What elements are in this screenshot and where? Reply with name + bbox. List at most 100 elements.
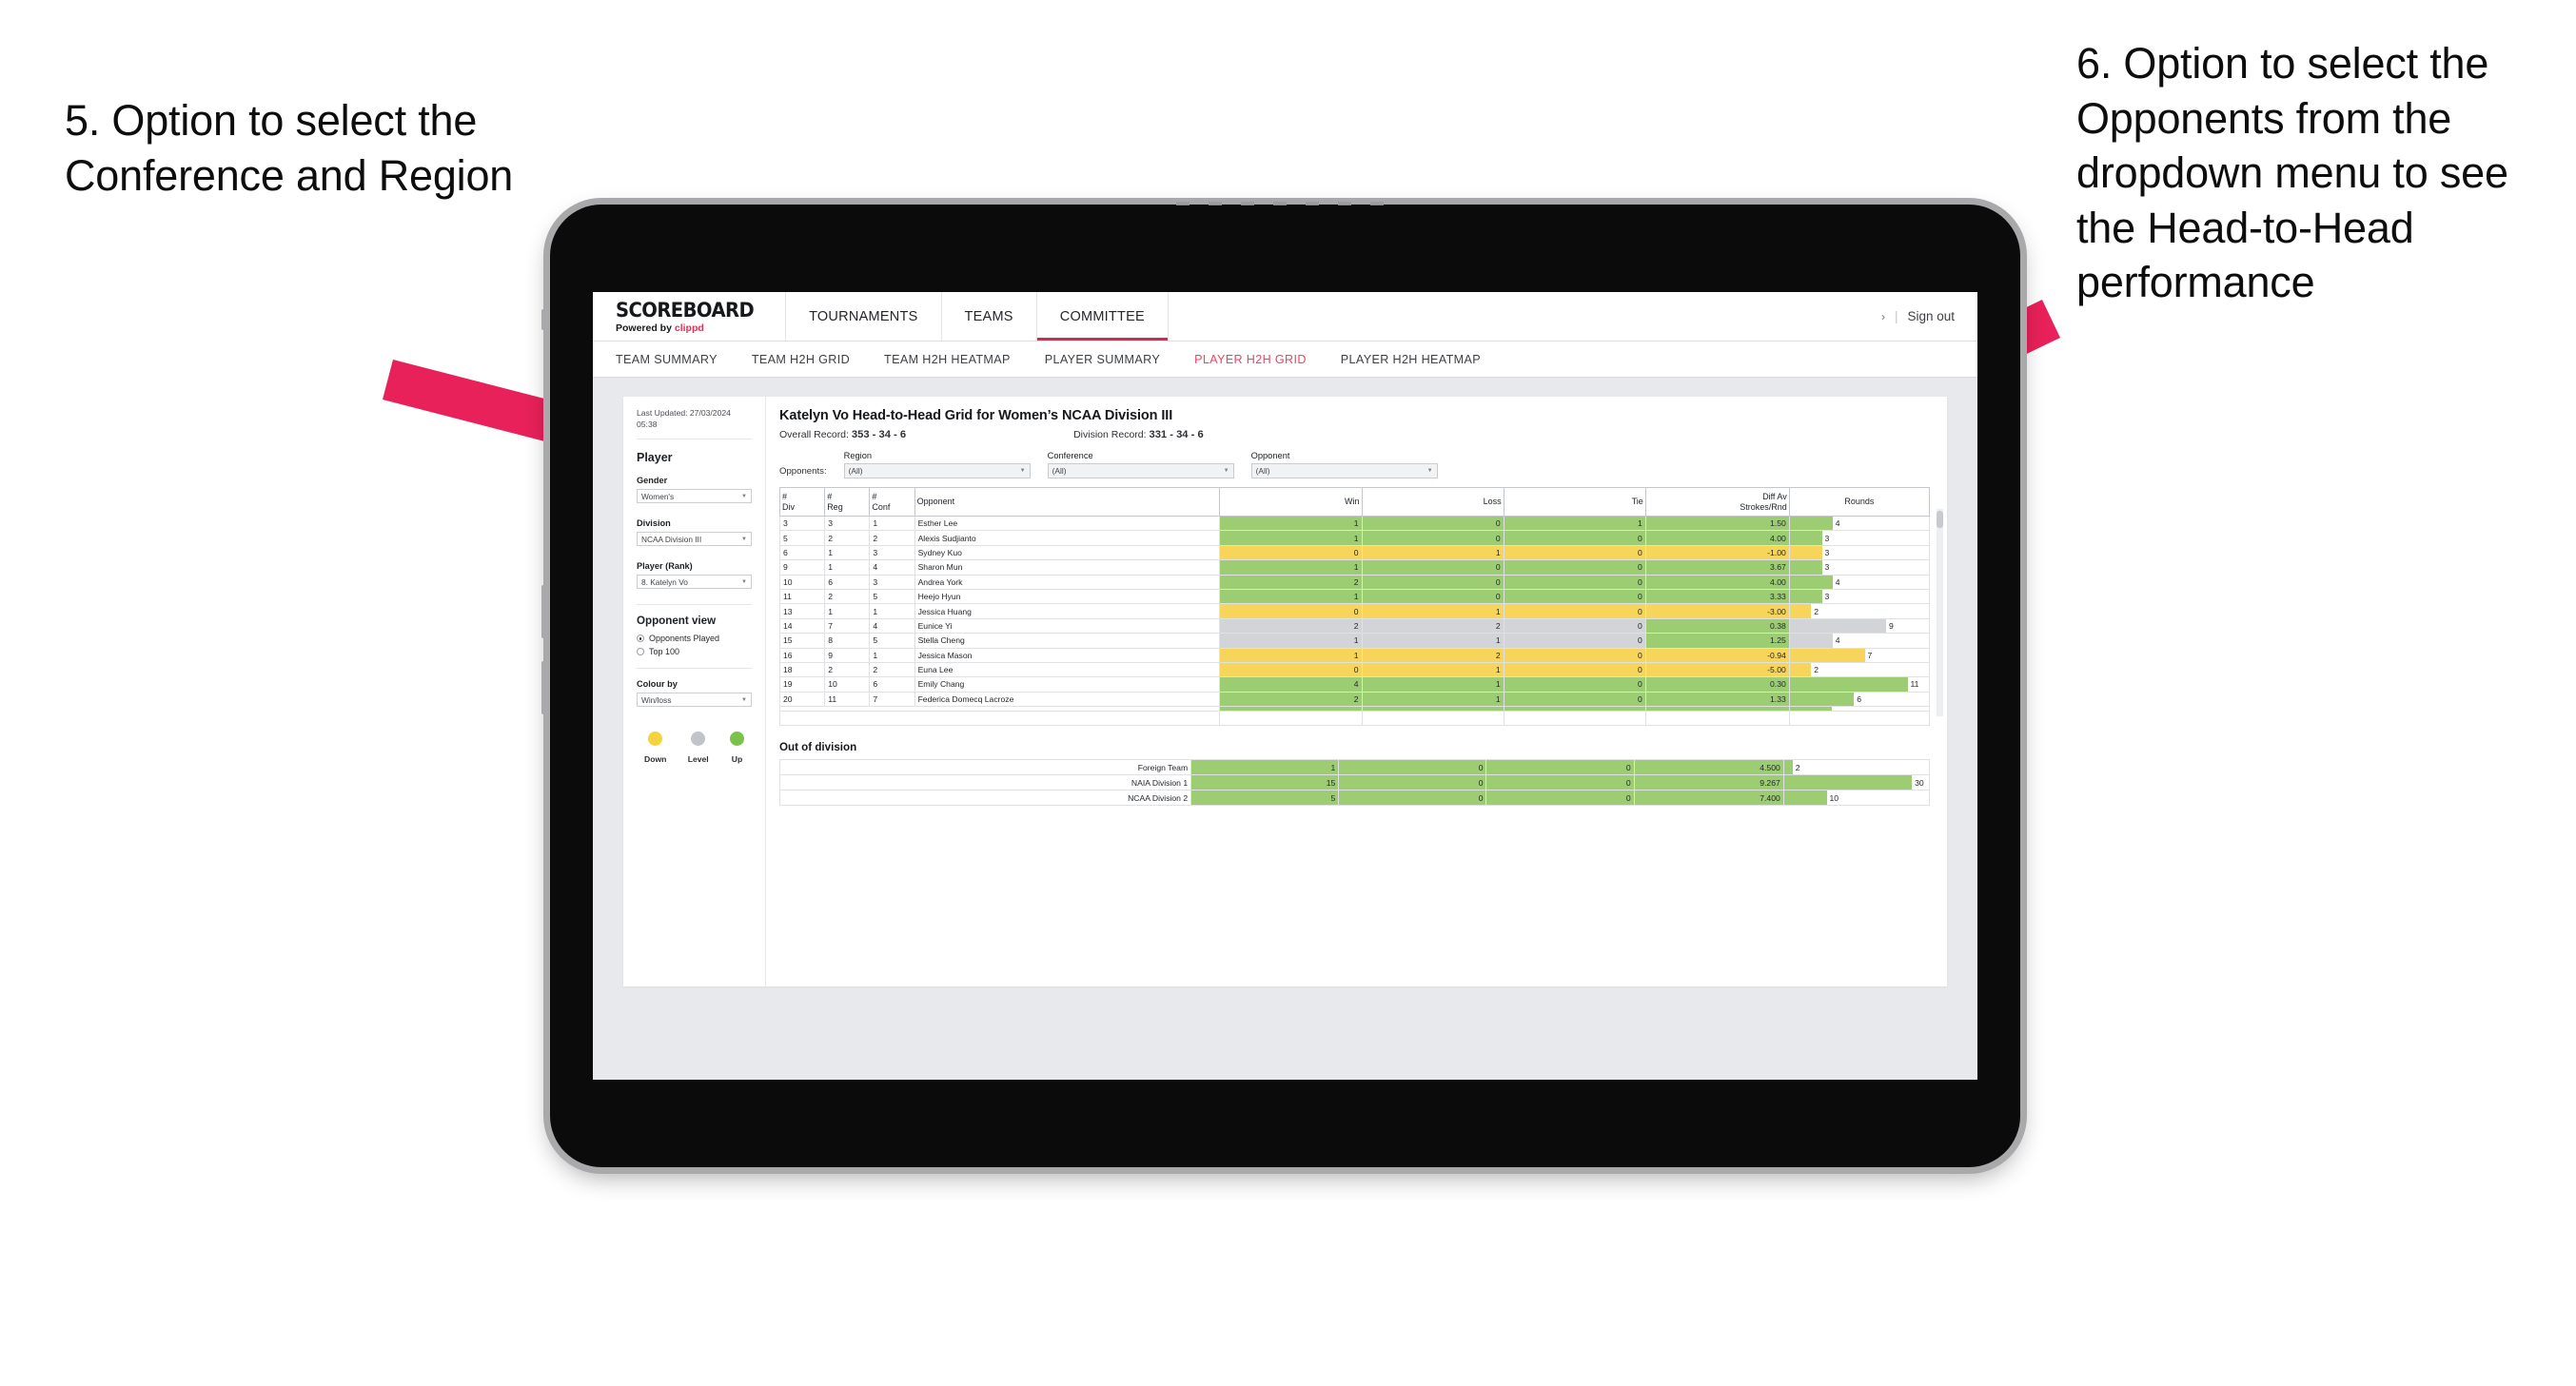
table-blank-rows — [778, 711, 1931, 727]
cell-rounds: 6 — [1788, 691, 1931, 708]
col-head-bottom: Win — [1345, 497, 1360, 507]
sign-out-link[interactable]: Sign out — [1907, 309, 1955, 323]
cell-opponent: Andrea York — [914, 574, 1221, 590]
grid-col-reg[interactable]: # Reg — [824, 487, 871, 517]
subnav-item-player-h2h-grid[interactable]: PLAYER H2H GRID — [1194, 353, 1327, 366]
nav-item-tournaments[interactable]: TOURNAMENTS — [786, 292, 942, 341]
rounds-value: 3 — [1824, 592, 1830, 602]
table-row[interactable]: 19 10 6 Emily Chang 4 1 0 0.30 11 — [778, 676, 1931, 693]
out-of-division-row[interactable]: Foreign Team 1 0 0 4.500 2 — [778, 759, 1931, 776]
rounds-bar: 3 — [1789, 589, 1929, 604]
grid-col-loss[interactable]: Loss — [1361, 487, 1504, 517]
out-of-division-row[interactable]: NCAA Division 2 5 0 0 7.400 10 — [778, 790, 1931, 807]
rounds-value: 2 — [1795, 762, 1800, 772]
cell-opponent: Alexis Sudjianto — [914, 530, 1221, 546]
cell-tie: 0 — [1503, 633, 1646, 649]
grid-col-div[interactable]: # Div — [778, 487, 826, 517]
table-row[interactable]: 20 11 7 Federica Domecq Lacroze 2 1 0 1.33 6 — [778, 691, 1931, 708]
grid-col-win[interactable]: Win — [1219, 487, 1363, 517]
colour-by-select[interactable]: Win/loss ▼ — [637, 693, 752, 708]
player-rank-value: 8. Katelyn Vo — [641, 576, 688, 587]
cell-tie: 0 — [1503, 676, 1646, 693]
player-rank-select[interactable]: 8. Katelyn Vo ▼ — [637, 575, 752, 590]
opponent-view-option-label: Opponents Played — [649, 634, 720, 644]
rounds-bar-fill — [1789, 692, 1855, 707]
table-row[interactable]: 15 8 5 Stella Cheng 1 1 0 1.25 4 — [778, 633, 1931, 649]
divider — [637, 604, 752, 606]
cell-rounds: 3 — [1788, 588, 1931, 605]
subnav-item-team-h2h-heatmap[interactable]: TEAM H2H HEATMAP — [884, 353, 1032, 366]
opponent-view-radios: Opponents Played Top 100 — [637, 634, 752, 656]
cell-conf: 1 — [869, 647, 915, 663]
grid-col-diff-av-strokes-rnd[interactable]: Diff Av Strokes/Rnd — [1644, 487, 1790, 517]
cell-rounds: 3 — [1788, 559, 1931, 576]
grid-scrollbar[interactable] — [1937, 509, 1943, 716]
cell-opponent: Jessica Mason — [914, 647, 1221, 663]
rounds-bar: 10 — [1783, 791, 1929, 806]
col-head-top: # — [872, 492, 877, 502]
division-select[interactable]: NCAA Division III ▼ — [637, 532, 752, 547]
rounds-bar: 2 — [1783, 760, 1929, 775]
chevron-down-icon: ▼ — [741, 493, 747, 499]
table-row[interactable]: 3 3 1 Esther Lee 1 0 1 1.50 4 — [778, 515, 1931, 532]
cell-conf: 5 — [869, 588, 915, 605]
cell-diff-avg-strokes: -3.00 — [1644, 603, 1790, 619]
table-row[interactable]: 9 1 4 Sharon Mun 1 0 0 3.67 3 — [778, 559, 1931, 576]
out-of-division-heading: Out of division — [779, 741, 857, 754]
cell-conf: 4 — [869, 559, 915, 576]
opponents-label: Opponents: — [779, 466, 827, 477]
divider — [637, 668, 752, 670]
col-head-top: Diff Av — [1762, 492, 1787, 502]
cell-div: 18 — [778, 661, 826, 678]
rounds-bar-fill — [1789, 604, 1812, 618]
chevron-down-icon: ▼ — [741, 578, 747, 585]
col-head-bottom: Conf — [872, 501, 891, 512]
table-row[interactable]: 6 1 3 Sydney Kuo 0 1 0 -1.00 3 — [778, 544, 1931, 561]
table-row[interactable]: 18 2 2 Euna Lee 0 1 0 -5.00 2 — [778, 661, 1931, 678]
subnav-item-player-h2h-heatmap[interactable]: PLAYER H2H HEATMAP — [1341, 353, 1502, 366]
grid-col-tie[interactable]: Tie — [1503, 487, 1646, 517]
table-row[interactable]: 10 6 3 Andrea York 2 0 0 4.00 4 — [778, 574, 1931, 590]
nav-item-teams[interactable]: TEAMS — [942, 292, 1037, 341]
cell-reg: 1 — [824, 603, 871, 619]
filter-opponent-select[interactable]: (All) ▼ — [1250, 463, 1438, 478]
table-row[interactable]: 5 2 2 Alexis Sudjianto 1 0 0 4.00 3 — [778, 530, 1931, 546]
cell-tie: 0 — [1503, 691, 1646, 708]
cell-tie: 0 — [1485, 759, 1635, 776]
filter-conference-select[interactable]: (All) ▼ — [1047, 463, 1234, 478]
table-row[interactable]: 14 7 4 Eunice Yi 2 2 0 0.38 9 — [778, 617, 1931, 634]
cell-conf: 3 — [869, 544, 915, 561]
page-title: Katelyn Vo Head-to-Head Grid for Women’s… — [779, 408, 1173, 423]
chevron-right-icon[interactable]: › — [1881, 310, 1885, 323]
cell-rounds: 3 — [1788, 530, 1931, 546]
grid-col-rounds[interactable]: Rounds — [1788, 487, 1931, 517]
grid-scrollbar-thumb[interactable] — [1937, 511, 1943, 528]
subnav-item-team-summary[interactable]: TEAM SUMMARY — [616, 353, 738, 366]
cell-diff-avg-strokes: 4.500 — [1633, 759, 1784, 776]
table-row[interactable]: 11 2 5 Heejo Hyun 1 0 0 3.33 3 — [778, 588, 1931, 605]
cell-win: 1 — [1219, 588, 1363, 605]
subnav-item-player-summary[interactable]: PLAYER SUMMARY — [1045, 353, 1181, 366]
grid-col-conf[interactable]: # Conf — [869, 487, 915, 517]
overall-record: Overall Record: 353 - 34 - 6 — [779, 429, 906, 440]
col-head-bottom: Rounds — [1844, 497, 1875, 507]
filter-region-select[interactable]: (All) ▼ — [843, 463, 1031, 478]
scoreboard-logo[interactable]: SCOREBOARD Powered by clippd — [593, 292, 787, 341]
cell-tie: 0 — [1503, 647, 1646, 663]
nav-item-committee[interactable]: COMMITTEE — [1037, 292, 1169, 341]
opponent-view-option-0[interactable]: Opponents Played — [637, 634, 752, 643]
legend-swatch-icon — [730, 732, 744, 747]
opponent-view-option-1[interactable]: Top 100 — [637, 647, 752, 656]
rounds-value: 3 — [1824, 533, 1830, 543]
table-row[interactable]: 13 1 1 Jessica Huang 0 1 0 -3.00 2 — [778, 603, 1931, 619]
table-row[interactable]: 16 9 1 Jessica Mason 1 2 0 -0.94 7 — [778, 647, 1931, 663]
out-of-division-row[interactable]: NAIA Division 1 15 0 0 9.267 30 — [778, 774, 1931, 791]
cell-reg: 3 — [824, 515, 871, 532]
division-record-label: Division Record: — [1073, 429, 1147, 440]
subnav-item-team-h2h-grid[interactable]: TEAM H2H GRID — [752, 353, 871, 366]
grid-col-opponent[interactable]: Opponent — [914, 487, 1221, 517]
cell-reg: 1 — [824, 544, 871, 561]
radio-icon — [637, 648, 644, 656]
cell-reg: 7 — [824, 617, 871, 634]
gender-select[interactable]: Women's ▼ — [637, 489, 752, 504]
